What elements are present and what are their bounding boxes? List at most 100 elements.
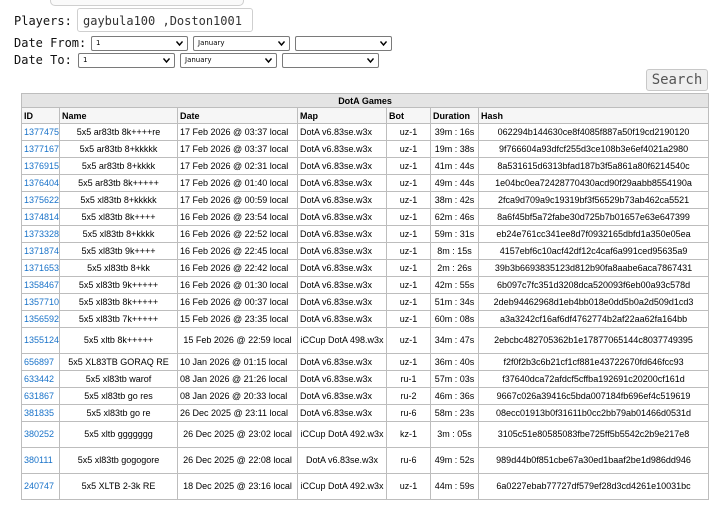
chevron-down-icon <box>176 41 183 47</box>
date-from-day-select[interactable]: 1 <box>91 36 188 51</box>
game-id-link[interactable]: 1377167 <box>24 144 59 154</box>
col-header-date: Date <box>177 107 298 124</box>
game-id-link[interactable]: 1373328 <box>24 229 59 239</box>
game-map-cell: DotA v6.83se.w3x <box>297 370 387 388</box>
game-id-link[interactable]: 1376915 <box>24 161 59 171</box>
game-id-link[interactable]: 1357710 <box>24 297 59 307</box>
game-duration-cell: 8m : 15s <box>430 242 479 260</box>
game-date-cell: 17 Feb 2026 @ 03:37 local <box>177 123 298 141</box>
game-duration-cell: 59m : 31s <box>430 225 479 243</box>
game-bot-cell: uz-1 <box>386 293 431 311</box>
game-map-cell: DotA v6.83se.w3x <box>297 310 387 328</box>
game-hash-cell: 9667c026a39416c5bda007184fb696ef4c519619 <box>477 387 710 405</box>
game-id-link[interactable]: 1371874 <box>24 246 59 256</box>
date-to-month-select[interactable]: January <box>180 53 277 68</box>
table-row: 631867 5x5 xl83tb go res 08 Jan 2026 @ 20:… <box>21 387 710 405</box>
game-name-cell: 5x5 xl83tb 8k+++++ <box>59 293 178 311</box>
game-map-cell: DotA v6.83se.w3x <box>297 123 387 141</box>
game-id-link[interactable]: 240747 <box>24 481 54 491</box>
date-from-month-select[interactable]: January <box>193 36 290 51</box>
col-header-hash: Hash <box>477 107 710 124</box>
game-id-link[interactable]: 1358467 <box>24 280 59 290</box>
game-bot-cell: uz-1 <box>386 310 431 328</box>
game-bot-cell: uz-1 <box>386 174 431 192</box>
game-id-link[interactable]: 1377475 <box>24 127 59 137</box>
game-date-cell: 15 Feb 2026 @ 23:35 local <box>177 310 298 328</box>
game-hash-cell: 2deb94462968d1eb4bb018e0dd5b0a2d509d1cd3 <box>477 293 710 311</box>
game-id-link[interactable]: 1376404 <box>24 178 59 188</box>
game-id-link[interactable]: 381835 <box>24 408 54 418</box>
game-id-link[interactable]: 380252 <box>24 429 54 439</box>
col-header-name: Name <box>59 107 178 124</box>
game-id-cell: 380111 <box>21 447 60 474</box>
game-id-cell: 1376404 <box>21 174 60 192</box>
game-name-cell: 5x5 ar83tb 8+kkkk <box>59 157 178 175</box>
game-id-link[interactable]: 1371653 <box>24 263 59 273</box>
game-date-cell: 17 Feb 2026 @ 03:37 local <box>177 140 298 158</box>
table-row: 1355124 5x5 xltb 8k+++++ 15 Feb 2026 @ 22:… <box>21 327 710 354</box>
game-hash-cell: 062294b144630ce8f4085f887a50f19cd2190120 <box>477 123 710 141</box>
game-id-link[interactable]: 1375622 <box>24 195 59 205</box>
table-row: 240747 5x5 XLTB 2-3k RE 18 Dec 2025 @ 23:1… <box>21 473 710 500</box>
table-row: 1377475 5x5 ar83tb 8k++++re 17 Feb 2026 @ … <box>21 123 710 141</box>
game-duration-cell: 57m : 03s <box>430 370 479 388</box>
game-date-cell: 10 Jan 2026 @ 01:15 local <box>177 353 298 371</box>
game-id-link[interactable]: 631867 <box>24 391 54 401</box>
game-id-link[interactable]: 380111 <box>24 455 53 465</box>
game-duration-cell: 49m : 52s <box>430 447 479 474</box>
game-id-cell: 1356592 <box>21 310 60 328</box>
game-hash-cell: a3a3242cf16af6df4762774b2af22aa62fa164bb <box>477 310 710 328</box>
table-row: 656897 5x5 XL83TB GORAQ RE 10 Jan 2026 @ 0… <box>21 353 710 371</box>
table-row: 1376404 5x5 ar83tb 8k+++++ 17 Feb 2026 @ 0… <box>21 174 710 192</box>
game-id-link[interactable]: 656897 <box>24 357 54 367</box>
dota-games-table: DotA Games ID Name Date Map Bot Duration Hash … <box>20 93 710 500</box>
game-hash-cell: 9f766604a93dfcf255d3ce108b3e6ef4021a2980 <box>477 140 710 158</box>
chevron-down-icon <box>163 58 170 64</box>
game-name-cell: 5x5 xltb 8k+++++ <box>59 327 178 354</box>
game-name-cell: 5x5 xl83tb go re <box>59 404 178 422</box>
game-id-link[interactable]: 1355124 <box>24 335 59 345</box>
game-duration-cell: 44m : 59s <box>430 473 479 500</box>
chevron-down-icon <box>265 58 272 64</box>
game-bot-cell: uz-1 <box>386 123 431 141</box>
game-bot-cell: uz-1 <box>386 191 431 209</box>
game-duration-cell: 58m : 23s <box>430 404 479 422</box>
date-to-year-select[interactable] <box>282 53 379 68</box>
game-name-cell: 5x5 ar83tb 8k+++++ <box>59 174 178 192</box>
date-from-month-value: January <box>198 39 225 47</box>
game-id-cell: 1358467 <box>21 276 60 294</box>
col-header-map: Map <box>297 107 387 124</box>
game-hash-cell: 2ebcbc482705362b1e17877065144c8037749395 <box>477 327 710 354</box>
game-id-link[interactable]: 1356592 <box>24 314 59 324</box>
game-id-link[interactable]: 1374814 <box>24 212 59 222</box>
game-map-cell: iCCup DotA 492.w3x <box>297 421 387 448</box>
chevron-down-icon <box>367 58 374 64</box>
game-map-cell: DotA v6.83se.w3x <box>297 276 387 294</box>
game-bot-cell: uz-1 <box>386 353 431 371</box>
game-id-cell: 1376915 <box>21 157 60 175</box>
search-button[interactable]: Search <box>646 69 708 91</box>
game-name-cell: 5x5 xl83tb warof <box>59 370 178 388</box>
game-id-cell: 631867 <box>21 387 60 405</box>
game-hash-cell: 8a531615d6313bfad187b3f5a861a80f6214540c <box>477 157 710 175</box>
game-name-cell: 5x5 xl83tb 7k+++++ <box>59 310 178 328</box>
game-id-link[interactable]: 633442 <box>24 374 54 384</box>
date-from-year-select[interactable] <box>295 36 392 51</box>
game-name-cell: 5x5 xl83tb 8+kkkkk <box>59 191 178 209</box>
players-input[interactable]: gaybula100 ,Doston1001 <box>77 8 253 32</box>
game-date-cell: 16 Feb 2026 @ 01:30 local <box>177 276 298 294</box>
game-duration-cell: 51m : 34s <box>430 293 479 311</box>
game-hash-cell: 1e04bc0ea72428770430acd90f29aabb8554190a <box>477 174 710 192</box>
game-duration-cell: 62m : 46s <box>430 208 479 226</box>
date-to-day-select[interactable]: 1 <box>78 53 175 68</box>
game-id-cell: 1357710 <box>21 293 60 311</box>
game-map-cell: DotA v6.83se.w3x <box>297 174 387 192</box>
game-hash-cell: 989d44b0f851cbe67a30ed1baaf2be1d986dd946 <box>477 447 710 474</box>
game-hash-cell: eb24e761cc341ee8d7f0932165dbfd1a350e05ea <box>477 225 710 243</box>
game-map-cell: DotA v6.83se.w3x <box>297 387 387 405</box>
game-bot-cell: ru-6 <box>386 404 431 422</box>
game-bot-cell: uz-1 <box>386 327 431 354</box>
game-map-cell: DotA v6.83se.w3x <box>297 259 387 277</box>
game-duration-cell: 39m : 16s <box>430 123 479 141</box>
table-row: 633442 5x5 xl83tb warof 08 Jan 2026 @ 21:2… <box>21 370 710 388</box>
